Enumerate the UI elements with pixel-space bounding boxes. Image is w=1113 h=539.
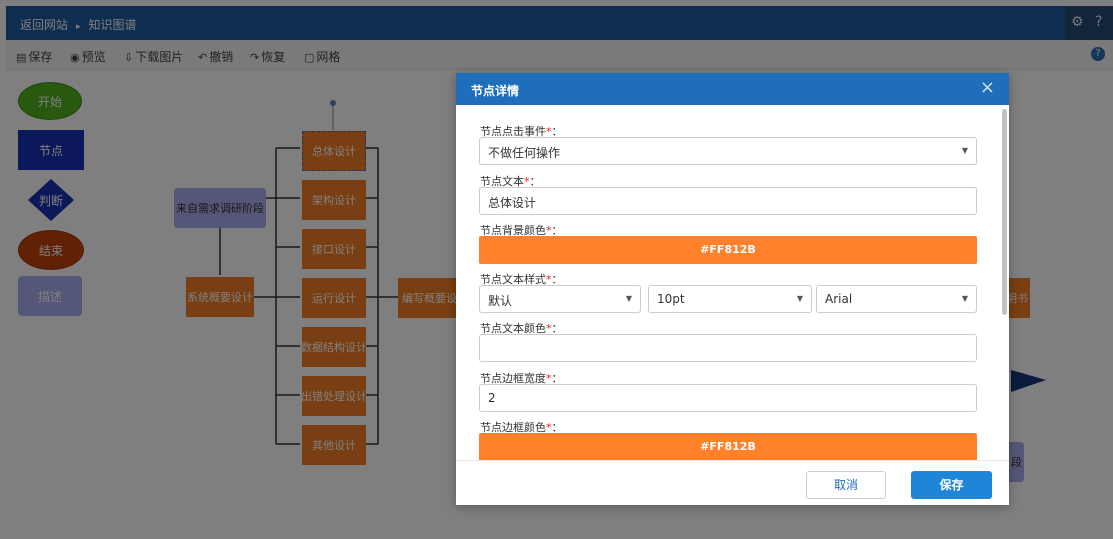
dialog-body[interactable]: 节点点击事件*： 不做任何操作 ▼ 节点文本*： 总体设计 节点背景颜色*： #… xyxy=(456,105,1009,460)
font-size-select[interactable]: 10pt ▼ xyxy=(648,285,812,313)
dropdown-arrow-icon: ▼ xyxy=(961,146,968,155)
close-icon[interactable]: × xyxy=(980,79,995,97)
border-width-input[interactable]: 2 xyxy=(479,384,977,412)
cancel-button[interactable]: 取消 xyxy=(806,471,886,499)
dialog-title: 节点详情 xyxy=(471,84,520,98)
text-color-picker[interactable] xyxy=(479,334,977,362)
dropdown-arrow-icon: ▼ xyxy=(961,294,968,303)
font-family-select[interactable]: Arial ▼ xyxy=(816,285,977,313)
dialog-header: 节点详情 × xyxy=(456,73,1009,105)
node-text-input[interactable]: 总体设计 xyxy=(479,187,977,215)
dialog-scrollbar[interactable] xyxy=(1002,109,1007,315)
node-detail-dialog: 节点详情 × 节点点击事件*： 不做任何操作 ▼ 节点文本*： 总体设计 节点背… xyxy=(456,73,1009,505)
dropdown-arrow-icon: ▼ xyxy=(625,294,632,303)
border-color-picker[interactable]: #FF812B xyxy=(479,433,977,460)
dropdown-arrow-icon: ▼ xyxy=(796,294,803,303)
bg-color-picker[interactable]: #FF812B xyxy=(479,236,977,264)
save-button[interactable]: 保存 xyxy=(911,471,992,499)
click-event-select[interactable]: 不做任何操作 ▼ xyxy=(479,137,977,165)
dialog-footer: 取消 保存 xyxy=(456,460,1009,505)
font-weight-select[interactable]: 默认 ▼ xyxy=(479,285,641,313)
